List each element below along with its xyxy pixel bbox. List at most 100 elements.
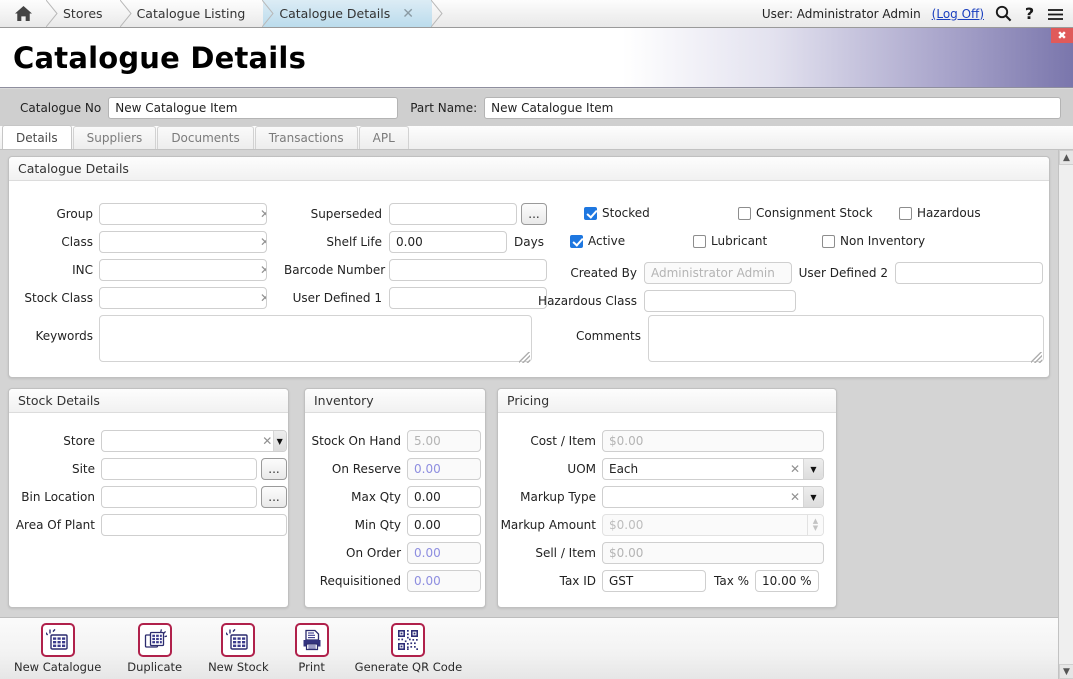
tab-suppliers[interactable]: Suppliers	[72, 126, 157, 149]
consignment-stock-checkbox[interactable]	[738, 206, 751, 220]
group-input[interactable]	[100, 204, 260, 224]
log-off-link[interactable]: (Log Off)	[932, 7, 984, 21]
catalogue-no-input[interactable]	[108, 96, 399, 119]
inc-input[interactable]	[100, 260, 260, 280]
store-input[interactable]	[102, 431, 262, 451]
clear-icon[interactable]: ✕	[260, 235, 266, 249]
chevron-down-icon[interactable]: ▼	[803, 487, 823, 507]
tax-id-input[interactable]	[603, 571, 705, 591]
markup-type-input[interactable]	[603, 487, 787, 507]
min-qty-input[interactable]	[407, 514, 481, 536]
breadcrumb-home[interactable]	[0, 0, 58, 27]
keywords-textarea[interactable]	[99, 315, 532, 362]
shelf-life-input[interactable]	[389, 231, 507, 253]
field-area-of-plant: Area Of Plant	[9, 514, 287, 536]
breadcrumb-close-icon[interactable]: ✕	[402, 7, 414, 21]
breadcrumb-item-catalogue-details[interactable]: Catalogue Details ✕	[263, 0, 443, 27]
hazardous-checkbox[interactable]	[899, 206, 912, 220]
page-title: Catalogue Details	[13, 40, 307, 75]
tab-documents[interactable]: Documents	[157, 126, 254, 149]
breadcrumb-item-catalogue-listing[interactable]: Catalogue Listing	[120, 0, 274, 27]
search-icon[interactable]	[995, 5, 1012, 22]
panel-title-pricing: Pricing	[498, 389, 836, 413]
user-defined-1-input[interactable]	[389, 287, 547, 309]
checkbox-lubricant[interactable]: Lubricant	[693, 234, 767, 248]
checkbox-non-inventory[interactable]: Non Inventory	[822, 234, 925, 248]
superseded-browse-button[interactable]: ...	[521, 203, 547, 225]
markup-type-combo[interactable]: ✕ ▼	[602, 486, 824, 508]
site-input[interactable]	[101, 458, 257, 480]
scroll-up-icon[interactable]: ▲	[1059, 150, 1073, 165]
tab-transactions[interactable]: Transactions	[254, 126, 358, 149]
stock-class-combo[interactable]: ✕ ▼	[99, 287, 267, 309]
group-combo[interactable]: ✕ ▼	[99, 203, 267, 225]
clear-icon[interactable]: ✕	[260, 207, 266, 221]
page-banner: Catalogue Details ✖	[0, 28, 1073, 88]
barcode-number-label: Barcode Number	[284, 263, 386, 277]
help-icon[interactable]: ?	[1023, 5, 1036, 22]
generate-qr-code-button[interactable]: Generate QR Code	[355, 623, 462, 674]
stock-class-input[interactable]	[100, 288, 260, 308]
user-defined-2-input[interactable]	[895, 262, 1043, 284]
new-catalogue-button[interactable]: New Catalogue	[14, 623, 101, 674]
class-input[interactable]	[100, 232, 260, 252]
clear-icon[interactable]: ✕	[787, 462, 803, 476]
non-inventory-checkbox[interactable]	[822, 234, 835, 248]
active-checkbox[interactable]	[570, 234, 583, 248]
comments-textarea[interactable]	[648, 315, 1044, 362]
requisitioned-label: Requisitioned	[319, 574, 401, 588]
barcode-number-input[interactable]	[389, 259, 547, 281]
checkbox-stocked[interactable]: Stocked	[584, 206, 650, 220]
tab-bar: Details Suppliers Documents Transactions…	[0, 125, 1073, 150]
area-of-plant-input[interactable]	[101, 514, 287, 536]
clear-icon[interactable]: ✕	[262, 434, 273, 448]
max-qty-input[interactable]	[407, 486, 481, 508]
store-combo[interactable]: ✕ ▼	[101, 430, 287, 452]
breadcrumb-item-stores[interactable]: Stores	[47, 0, 132, 27]
uom-combo[interactable]: ✕ ▼	[602, 458, 824, 480]
inc-combo[interactable]: ✕ ▼	[99, 259, 267, 281]
panel-stock-details: Stock Details Store ✕ ▼ Site ... Bin Loc…	[8, 388, 289, 608]
tab-apl[interactable]: APL	[358, 126, 409, 149]
tax-id-combo[interactable]: ✕ ▼	[602, 570, 706, 592]
checkbox-hazardous[interactable]: Hazardous	[899, 206, 981, 220]
clear-icon[interactable]: ✕	[787, 490, 803, 504]
field-stock-class: Stock Class ✕ ▼	[9, 287, 271, 309]
stock-on-hand-label: Stock On Hand	[311, 434, 402, 448]
chevron-down-icon[interactable]: ▼	[803, 459, 823, 479]
hamburger-menu-icon[interactable]	[1047, 7, 1064, 21]
superseded-input[interactable]	[389, 203, 517, 225]
checkbox-consignment-stock[interactable]: Consignment Stock	[738, 206, 873, 220]
new-stock-button[interactable]: New Stock	[208, 623, 269, 674]
lubricant-checkbox[interactable]	[693, 234, 706, 248]
part-name-input[interactable]	[484, 96, 1061, 119]
hazardous-class-input[interactable]	[645, 291, 795, 311]
close-window-button[interactable]: ✖	[1051, 28, 1073, 43]
field-tax: Tax ID ✕ ▼ Tax %	[498, 570, 820, 592]
class-combo[interactable]: ✕ ▼	[99, 231, 267, 253]
scroll-down-icon[interactable]: ▼	[1059, 664, 1073, 679]
vertical-scrollbar[interactable]: ▲ ▼	[1058, 150, 1073, 679]
print-button[interactable]: Print	[294, 623, 329, 674]
tab-details[interactable]: Details	[2, 125, 72, 149]
tax-pct-input[interactable]	[755, 570, 820, 592]
topbar-right-cluster: User: Administrator Admin (Log Off) ?	[762, 0, 1073, 27]
uom-input[interactable]	[603, 459, 787, 479]
shelf-life-label: Shelf Life	[326, 235, 382, 249]
field-max-qty: Max Qty	[305, 486, 481, 508]
spinner-arrows-icon[interactable]: ▲ ▼	[807, 515, 823, 535]
chevron-down-icon[interactable]: ▼	[272, 431, 286, 451]
checkbox-active[interactable]: Active	[570, 234, 625, 248]
bin-location-input[interactable]	[101, 486, 257, 508]
site-browse-button[interactable]: ...	[261, 458, 287, 480]
clear-icon[interactable]: ✕	[260, 263, 266, 277]
new-stock-icon	[221, 623, 256, 657]
stocked-checkbox[interactable]	[584, 206, 597, 220]
uom-label: UOM	[567, 462, 596, 476]
clear-icon[interactable]: ✕	[260, 291, 266, 305]
hazardous-class-combo[interactable]: ✕ ▼	[644, 290, 796, 312]
field-markup-amount: Markup Amount ▲▼	[498, 514, 824, 536]
bin-location-browse-button[interactable]: ...	[261, 486, 287, 508]
markup-amount-spinner: ▲▼	[602, 514, 824, 536]
duplicate-button[interactable]: Duplicate	[127, 623, 182, 674]
